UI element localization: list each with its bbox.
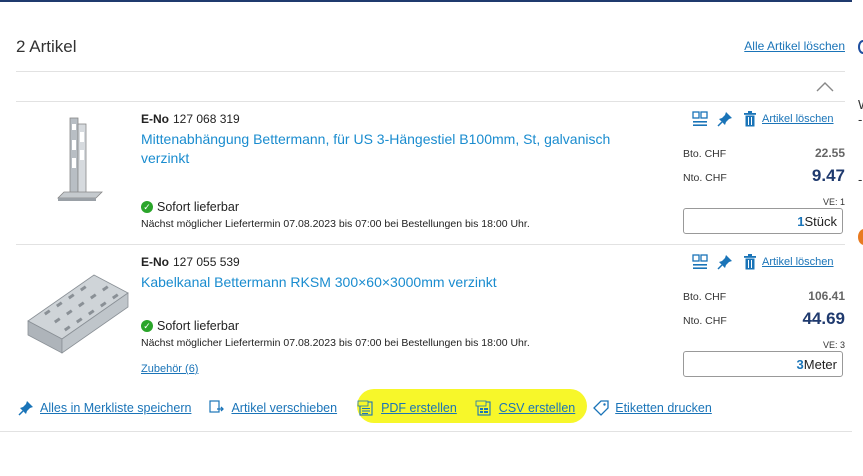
collapse-button[interactable] <box>812 78 838 96</box>
print-labels-label: Etiketten drucken <box>615 401 712 415</box>
availability-status: ✓ Sofort lieferbar <box>141 319 239 333</box>
product-title-link[interactable]: Kabelkanal Bettermann RKSM 300×60×3000mm… <box>141 273 631 292</box>
quantity-value: 1 <box>797 213 805 229</box>
item-actions: Artikel löschen <box>692 111 834 127</box>
article-number-value: 127 068 319 <box>173 112 240 126</box>
delete-item-button[interactable]: Artikel löschen <box>762 113 834 125</box>
pin-icon[interactable] <box>717 254 733 270</box>
cart-header: 2 Artikel Alle Artikel löschen <box>16 34 845 72</box>
gross-price-value: 22.55 <box>814 146 845 160</box>
pin-icon <box>18 401 33 416</box>
trash-icon[interactable] <box>742 111 758 127</box>
save-to-wishlist-button[interactable]: Alles in Merkliste speichern <box>18 400 191 416</box>
delivery-info: Nächst möglicher Liefertermin 07.08.2023… <box>141 337 530 349</box>
net-price-label: Nto. CHF <box>683 315 727 327</box>
quantity-unit: Stück <box>804 213 837 229</box>
gross-price: Bto. CHF 22.55 <box>683 146 845 160</box>
sidebar-edge-text: W <box>858 97 863 112</box>
packaging-unit: VE: 3 <box>822 340 845 350</box>
compare-icon[interactable] <box>692 254 708 270</box>
quantity-value: 3 <box>796 356 804 372</box>
create-csv-label: CSV erstellen <box>498 401 576 415</box>
availability-label: Sofort lieferbar <box>157 200 239 214</box>
packaging-unit: VE: 1 <box>822 197 845 207</box>
accessories-link[interactable]: Zubehör (6) <box>141 363 198 375</box>
check-icon: ✓ <box>141 320 153 332</box>
trash-icon[interactable] <box>742 254 758 270</box>
csv-icon <box>475 400 491 416</box>
product-image <box>24 110 132 210</box>
sidebar-edge-text: - <box>858 112 863 127</box>
check-icon: ✓ <box>141 201 153 213</box>
create-pdf-button[interactable]: PDF erstellen <box>357 400 457 416</box>
chevron-up-icon <box>816 82 834 92</box>
article-number-value: 127 055 539 <box>173 255 240 269</box>
quantity-input[interactable]: 3 Meter <box>683 351 843 377</box>
cart-actions-bar: Alles in Merkliste speichern Artikel ver… <box>18 396 730 420</box>
top-border <box>0 0 852 2</box>
net-price-value: 44.69 <box>802 309 845 328</box>
article-number: E-No 127 055 539 <box>141 255 240 269</box>
net-price: Nto. CHF 44.69 <box>683 309 845 329</box>
availability-status: ✓ Sofort lieferbar <box>141 200 239 214</box>
bottom-border <box>0 431 852 432</box>
sidebar-edge-circle-blue <box>858 40 863 54</box>
create-csv-button[interactable]: CSV erstellen <box>475 400 575 416</box>
delete-all-button[interactable]: Alle Artikel löschen <box>744 39 845 53</box>
tag-icon <box>593 400 609 416</box>
product-image <box>24 261 132 361</box>
delivery-info: Nächst möglicher Liefertermin 07.08.2023… <box>141 218 530 230</box>
article-number-label: E-No <box>141 255 169 269</box>
quantity-input[interactable]: 1 Stück <box>683 208 843 234</box>
cart-item: E-No 127 055 539 Kabelkanal Bettermann RK… <box>16 245 845 385</box>
print-labels-button[interactable]: Etiketten drucken <box>593 400 712 416</box>
gross-price-value: 106.41 <box>808 289 845 303</box>
delete-item-button[interactable]: Artikel löschen <box>762 256 834 268</box>
save-to-wishlist-label: Alles in Merkliste speichern <box>40 401 192 415</box>
create-pdf-label: PDF erstellen <box>381 401 457 415</box>
gross-price-label: Bto. CHF <box>683 148 727 160</box>
pdf-icon <box>357 400 373 416</box>
net-price-label: Nto. CHF <box>683 172 727 184</box>
net-price-value: 9.47 <box>811 166 845 185</box>
product-title-link[interactable]: Mittenabhängung Bettermann, für US 3-Hän… <box>141 130 631 168</box>
sidebar-edge-circle-orange[interactable] <box>858 229 863 245</box>
move-articles-button[interactable]: Artikel verschieben <box>209 400 337 416</box>
gross-price: Bto. CHF 106.41 <box>683 289 845 303</box>
quantity-unit: Meter <box>803 356 837 372</box>
gross-price-label: Bto. CHF <box>683 291 727 303</box>
article-number-label: E-No <box>141 112 169 126</box>
move-articles-label: Artikel verschieben <box>231 401 338 415</box>
pin-icon[interactable] <box>717 111 733 127</box>
article-count: 2 Artikel <box>16 37 77 56</box>
sidebar-edge-text: - <box>858 172 863 187</box>
compare-icon[interactable] <box>692 111 708 127</box>
move-icon <box>209 400 225 413</box>
availability-label: Sofort lieferbar <box>157 319 239 333</box>
net-price: Nto. CHF 9.47 <box>683 166 845 186</box>
item-actions: Artikel löschen <box>692 254 834 270</box>
cart-item: E-No 127 068 319 Mittenabhängung Betterma… <box>16 102 845 244</box>
article-number: E-No 127 068 319 <box>141 112 240 126</box>
